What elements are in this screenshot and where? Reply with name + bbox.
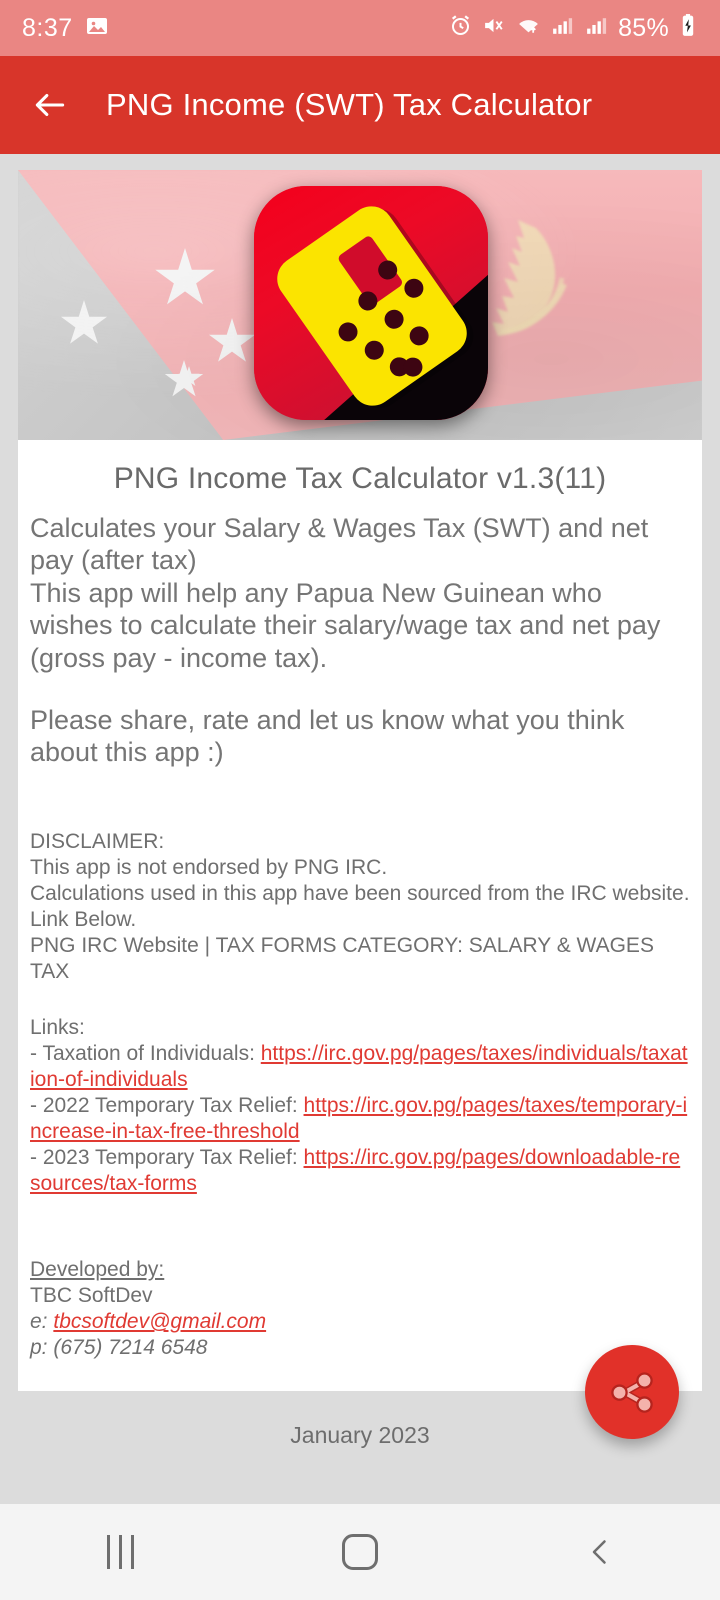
disclaimer-body: This app is not endorsed by PNG IRC. Cal… — [30, 855, 690, 983]
share-icon — [611, 1372, 653, 1413]
developer-phone: p: (675) 7214 6548 — [30, 1336, 208, 1360]
recents-icon — [106, 1535, 134, 1569]
disclaimer-heading: DISCLAIMER: — [30, 829, 165, 853]
app-description: Calculates your Salary & Wages Tax (SWT)… — [30, 513, 661, 673]
signal-icon — [584, 13, 609, 43]
battery-percent: 85% — [618, 13, 669, 42]
link-row: - 2023 Temporary Tax Relief: https://irc… — [28, 1145, 692, 1197]
share-prompt: Please share, rate and let us know what … — [30, 704, 632, 768]
battery-charging-icon — [678, 13, 698, 43]
wifi-icon — [516, 13, 541, 43]
link-label: - Taxation of Individuals: — [30, 1041, 261, 1065]
home-icon — [342, 1534, 378, 1570]
developed-by-heading: Developed by: — [30, 1258, 165, 1282]
scroll-content[interactable]: PNG Income Tax Calculator v1.3(11) Calcu… — [0, 154, 720, 1504]
arrow-left-icon — [35, 93, 65, 117]
status-time: 8:37 — [22, 13, 73, 42]
status-bar: 8:37 85% — [0, 0, 720, 56]
nav-recents-button[interactable] — [0, 1535, 240, 1569]
status-bar-left: 8:37 — [22, 14, 109, 43]
system-nav-bar — [0, 1504, 720, 1600]
chevron-left-icon — [592, 1540, 606, 1564]
link-row: - Taxation of Individuals: https://irc.g… — [28, 1041, 692, 1093]
developer-email-row: e: tbcsoftdev@gmail.com — [28, 1309, 692, 1335]
signal-icon — [550, 13, 575, 43]
back-button[interactable] — [24, 79, 76, 131]
link-row: - 2022 Temporary Tax Relief: https://irc… — [28, 1093, 692, 1145]
app-version-title: PNG Income Tax Calculator v1.3(11) — [113, 462, 607, 495]
nav-home-button[interactable] — [240, 1534, 480, 1570]
email-prefix: e: — [30, 1310, 54, 1334]
alarm-icon — [448, 13, 473, 43]
app-icon — [254, 186, 488, 420]
page-title: PNG Income (SWT) Tax Calculator — [106, 87, 593, 122]
image-notification-icon — [85, 14, 109, 43]
about-card: PNG Income Tax Calculator v1.3(11) Calcu… — [18, 440, 702, 1392]
hero-banner — [18, 170, 702, 440]
links-heading: Links: — [30, 1015, 85, 1039]
status-bar-right: 85% — [448, 13, 698, 43]
developer-name: TBC SoftDev — [30, 1284, 153, 1308]
nav-back-button[interactable] — [480, 1534, 720, 1570]
link-label: - 2022 Temporary Tax Relief: — [30, 1094, 304, 1118]
developer-email-link[interactable]: tbcsoftdev@gmail.com — [53, 1310, 266, 1333]
link-label: - 2023 Temporary Tax Relief: — [30, 1146, 304, 1170]
mute-vibrate-icon — [482, 13, 507, 43]
footer-date: January 2023 — [290, 1422, 430, 1448]
app-bar: PNG Income (SWT) Tax Calculator — [0, 56, 720, 154]
